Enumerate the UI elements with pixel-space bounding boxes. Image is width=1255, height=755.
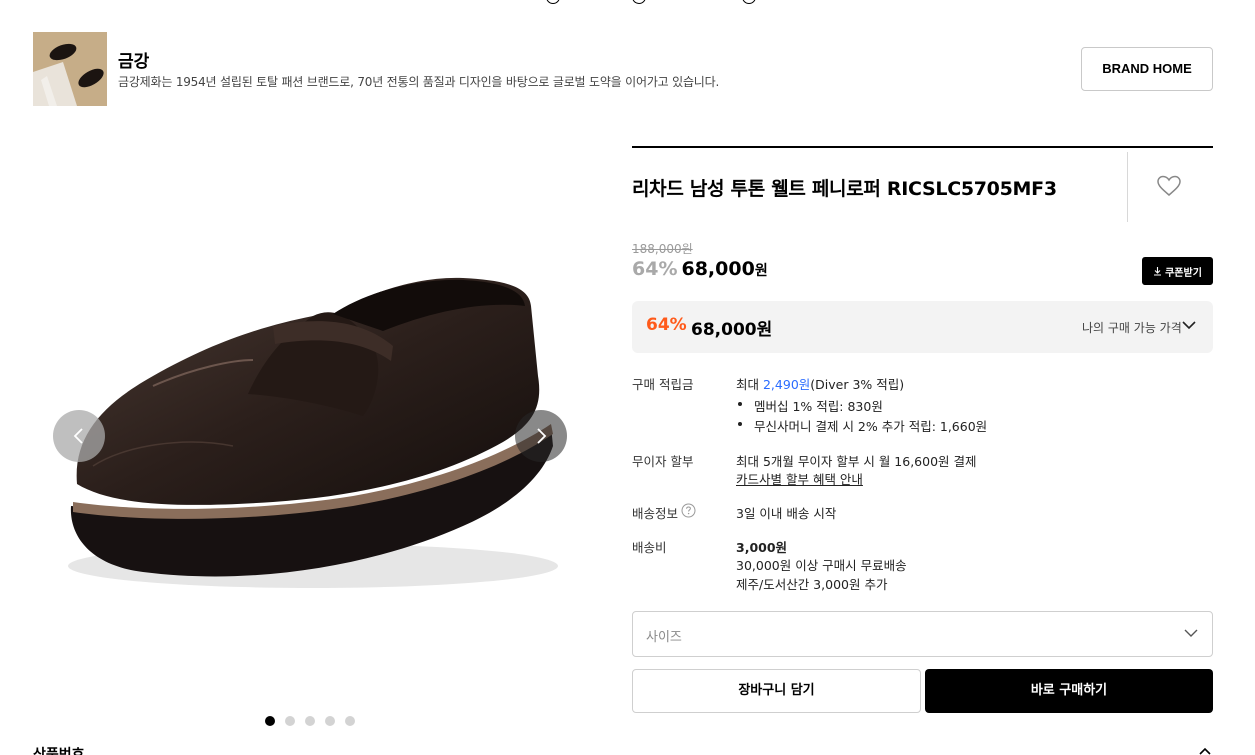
sale-price: 64% 68,000 원: [632, 258, 768, 280]
add-to-cart-button[interactable]: 장바구니 담기: [632, 669, 921, 713]
top-indicator-dot[interactable]: [742, 0, 756, 4]
gallery-dot[interactable]: [345, 716, 355, 726]
installment-text: 최대 5개월 무이자 할부 시 월 16,600원 결제: [736, 454, 977, 469]
points-value: 최대 2,490원(Diver 3% 적립): [736, 374, 904, 393]
product-info-top-rule: [632, 146, 1213, 148]
brand-thumbnail-image: [33, 32, 107, 106]
gallery-dot[interactable]: [265, 716, 275, 726]
gallery-pagination: [265, 716, 355, 726]
free-shipping-text: 30,000원 이상 구매시 무료배송: [736, 558, 907, 573]
coupon-label: 쿠폰받기: [1165, 267, 1202, 279]
gallery-prev-button[interactable]: [53, 410, 105, 462]
chevron-up-icon[interactable]: [1198, 746, 1212, 755]
chevron-right-icon: [537, 428, 547, 444]
chevron-down-icon: [1184, 629, 1198, 637]
points-item: 무신사머니 결제 시 2% 추가 적립: 1,660원: [737, 416, 987, 435]
points-item: 멤버십 1% 적립: 830원: [738, 396, 883, 415]
points-label: 구매 적립금: [632, 377, 694, 392]
product-number-section-title: 상품번호: [33, 747, 85, 755]
brand-description: 금강제화는 1954년 설립된 토탈 패션 브랜드로, 70년 전통의 품질과 …: [118, 75, 720, 89]
gallery-dot[interactable]: [305, 716, 315, 726]
help-icon[interactable]: [681, 503, 696, 518]
top-carousel-indicators: [0, 0, 1255, 4]
price-amount: 68,000: [681, 258, 755, 280]
brand-home-button[interactable]: BRAND HOME: [1081, 47, 1213, 91]
shipping-text: 3일 이내 배송 시작: [736, 506, 837, 521]
gallery-next-button[interactable]: [515, 410, 567, 462]
heart-icon[interactable]: [1156, 174, 1182, 198]
size-placeholder: 사이즈: [646, 630, 682, 645]
gallery-dot[interactable]: [325, 716, 335, 726]
original-price: 188,000원: [632, 242, 693, 256]
shipping-label: 배송정보: [632, 506, 679, 521]
title-divider: [1127, 152, 1128, 222]
points-prefix: 최대: [736, 377, 763, 392]
top-indicator-dot[interactable]: [546, 0, 560, 4]
installment-link[interactable]: 카드사별 할부 혜택 안내: [736, 469, 863, 488]
brand-thumbnail[interactable]: [33, 32, 107, 106]
gallery-dot[interactable]: [285, 716, 295, 726]
my-price-label: 나의 구매 가능 가격: [1082, 321, 1182, 335]
points-amount: 2,490원: [762, 377, 811, 392]
my-price-amount: 68,000원: [691, 320, 773, 340]
size-select[interactable]: 사이즈: [632, 611, 1213, 657]
shipping-fee-label: 배송비: [632, 540, 667, 555]
top-indicator-dot[interactable]: [632, 0, 646, 4]
download-icon: [1154, 267, 1162, 276]
product-title: 리차드 남성 투톤 웰트 페니로퍼 RICSLC5705MF3: [632, 178, 1057, 200]
brand-name[interactable]: 금강: [118, 47, 149, 72]
shipping-fee-amount: 3,000원: [736, 540, 788, 555]
chevron-left-icon: [73, 428, 83, 444]
my-available-price[interactable]: 64% 68,000원 나의 구매 가능 가격: [632, 301, 1213, 353]
coupon-button[interactable]: 쿠폰받기: [1142, 257, 1213, 285]
chevron-down-icon: [1182, 321, 1196, 330]
product-image[interactable]: [33, 146, 593, 706]
points-suffix: (Diver 3% 적립): [810, 377, 905, 392]
discount-rate: 64%: [632, 258, 678, 280]
installment-label: 무이자 할부: [632, 454, 694, 469]
price-unit: 원: [754, 263, 768, 279]
extra-fee-text: 제주/도서산간 3,000원 추가: [736, 577, 888, 592]
my-price-discount: 64%: [646, 315, 687, 335]
buy-now-button[interactable]: 바로 구매하기: [925, 669, 1213, 713]
product-gallery: [33, 146, 593, 726]
